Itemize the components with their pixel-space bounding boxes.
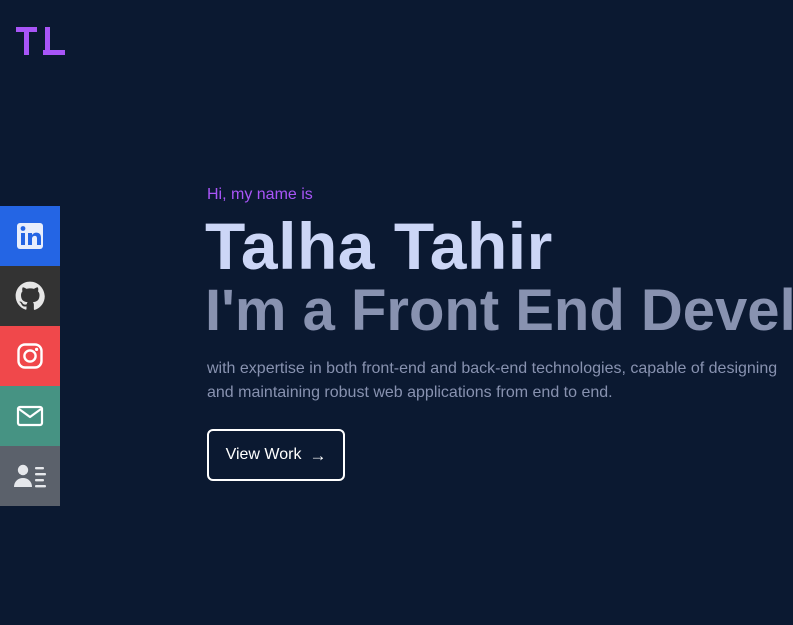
linkedin-icon — [17, 223, 43, 249]
instagram-link[interactable] — [0, 326, 60, 386]
hero-role: I'm a Front End Developer — [205, 278, 793, 343]
github-icon — [15, 281, 45, 310]
hero-name: Talha Tahir — [205, 209, 553, 283]
arrow-right-icon: → — [309, 445, 327, 465]
logo[interactable] — [15, 24, 67, 58]
greeting-text: Hi, my name is — [207, 186, 313, 203]
resume-link[interactable] — [0, 446, 60, 506]
page: Hi, my name is Talha Tahir I'm a Front E… — [0, 0, 793, 625]
logo-mark-icon — [16, 27, 65, 55]
contact-card-icon — [14, 464, 46, 488]
github-link[interactable] — [0, 266, 60, 326]
linkedin-link[interactable] — [0, 206, 60, 266]
hero-description-line-2: and maintaining robust web applications … — [207, 384, 613, 401]
view-work-button[interactable]: View Work → — [207, 429, 345, 481]
hero-description: with expertise in both front-end and bac… — [207, 357, 793, 405]
mail-icon — [16, 405, 44, 427]
view-work-label: View Work — [225, 446, 302, 463]
instagram-icon — [17, 343, 43, 369]
hero-description-line-1: with expertise in both front-end and bac… — [207, 360, 778, 377]
social-links — [0, 206, 60, 506]
email-link[interactable] — [0, 386, 60, 446]
